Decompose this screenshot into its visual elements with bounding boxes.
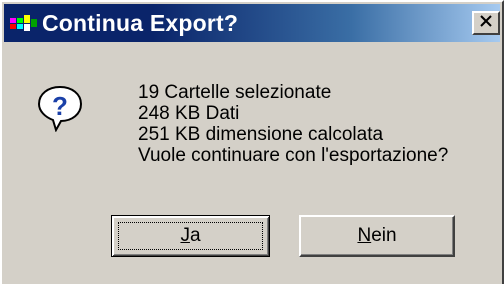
message-text: 19 Cartelle selezionate 248 KB Dati 251 … [138,82,448,166]
title-bar[interactable]: Continua Export? [4,4,500,42]
yes-button[interactable]: Ja [111,215,270,257]
window-title: Continua Export? [42,10,239,36]
close-button[interactable] [472,11,500,35]
question-icon: ? [36,84,84,133]
no-button-label: Nein [357,225,397,246]
svg-text:?: ? [52,91,68,121]
dialog-window: Continua Export? ? 19 Cartelle seleziona… [0,0,504,284]
close-icon [479,14,493,32]
message-line-question: Vuole continuare con l'esportazione? [138,145,449,166]
message-line-data-size: 248 KB Dati [138,103,240,124]
yes-button-label: Ja [180,225,201,246]
message-line-folders: 19 Cartelle selezionate [138,82,332,103]
message-line-calculated-size: 251 KB dimensione calcolata [138,124,384,145]
no-button[interactable]: Nein [299,215,455,257]
app-colored-blocks-icon [10,15,38,31]
